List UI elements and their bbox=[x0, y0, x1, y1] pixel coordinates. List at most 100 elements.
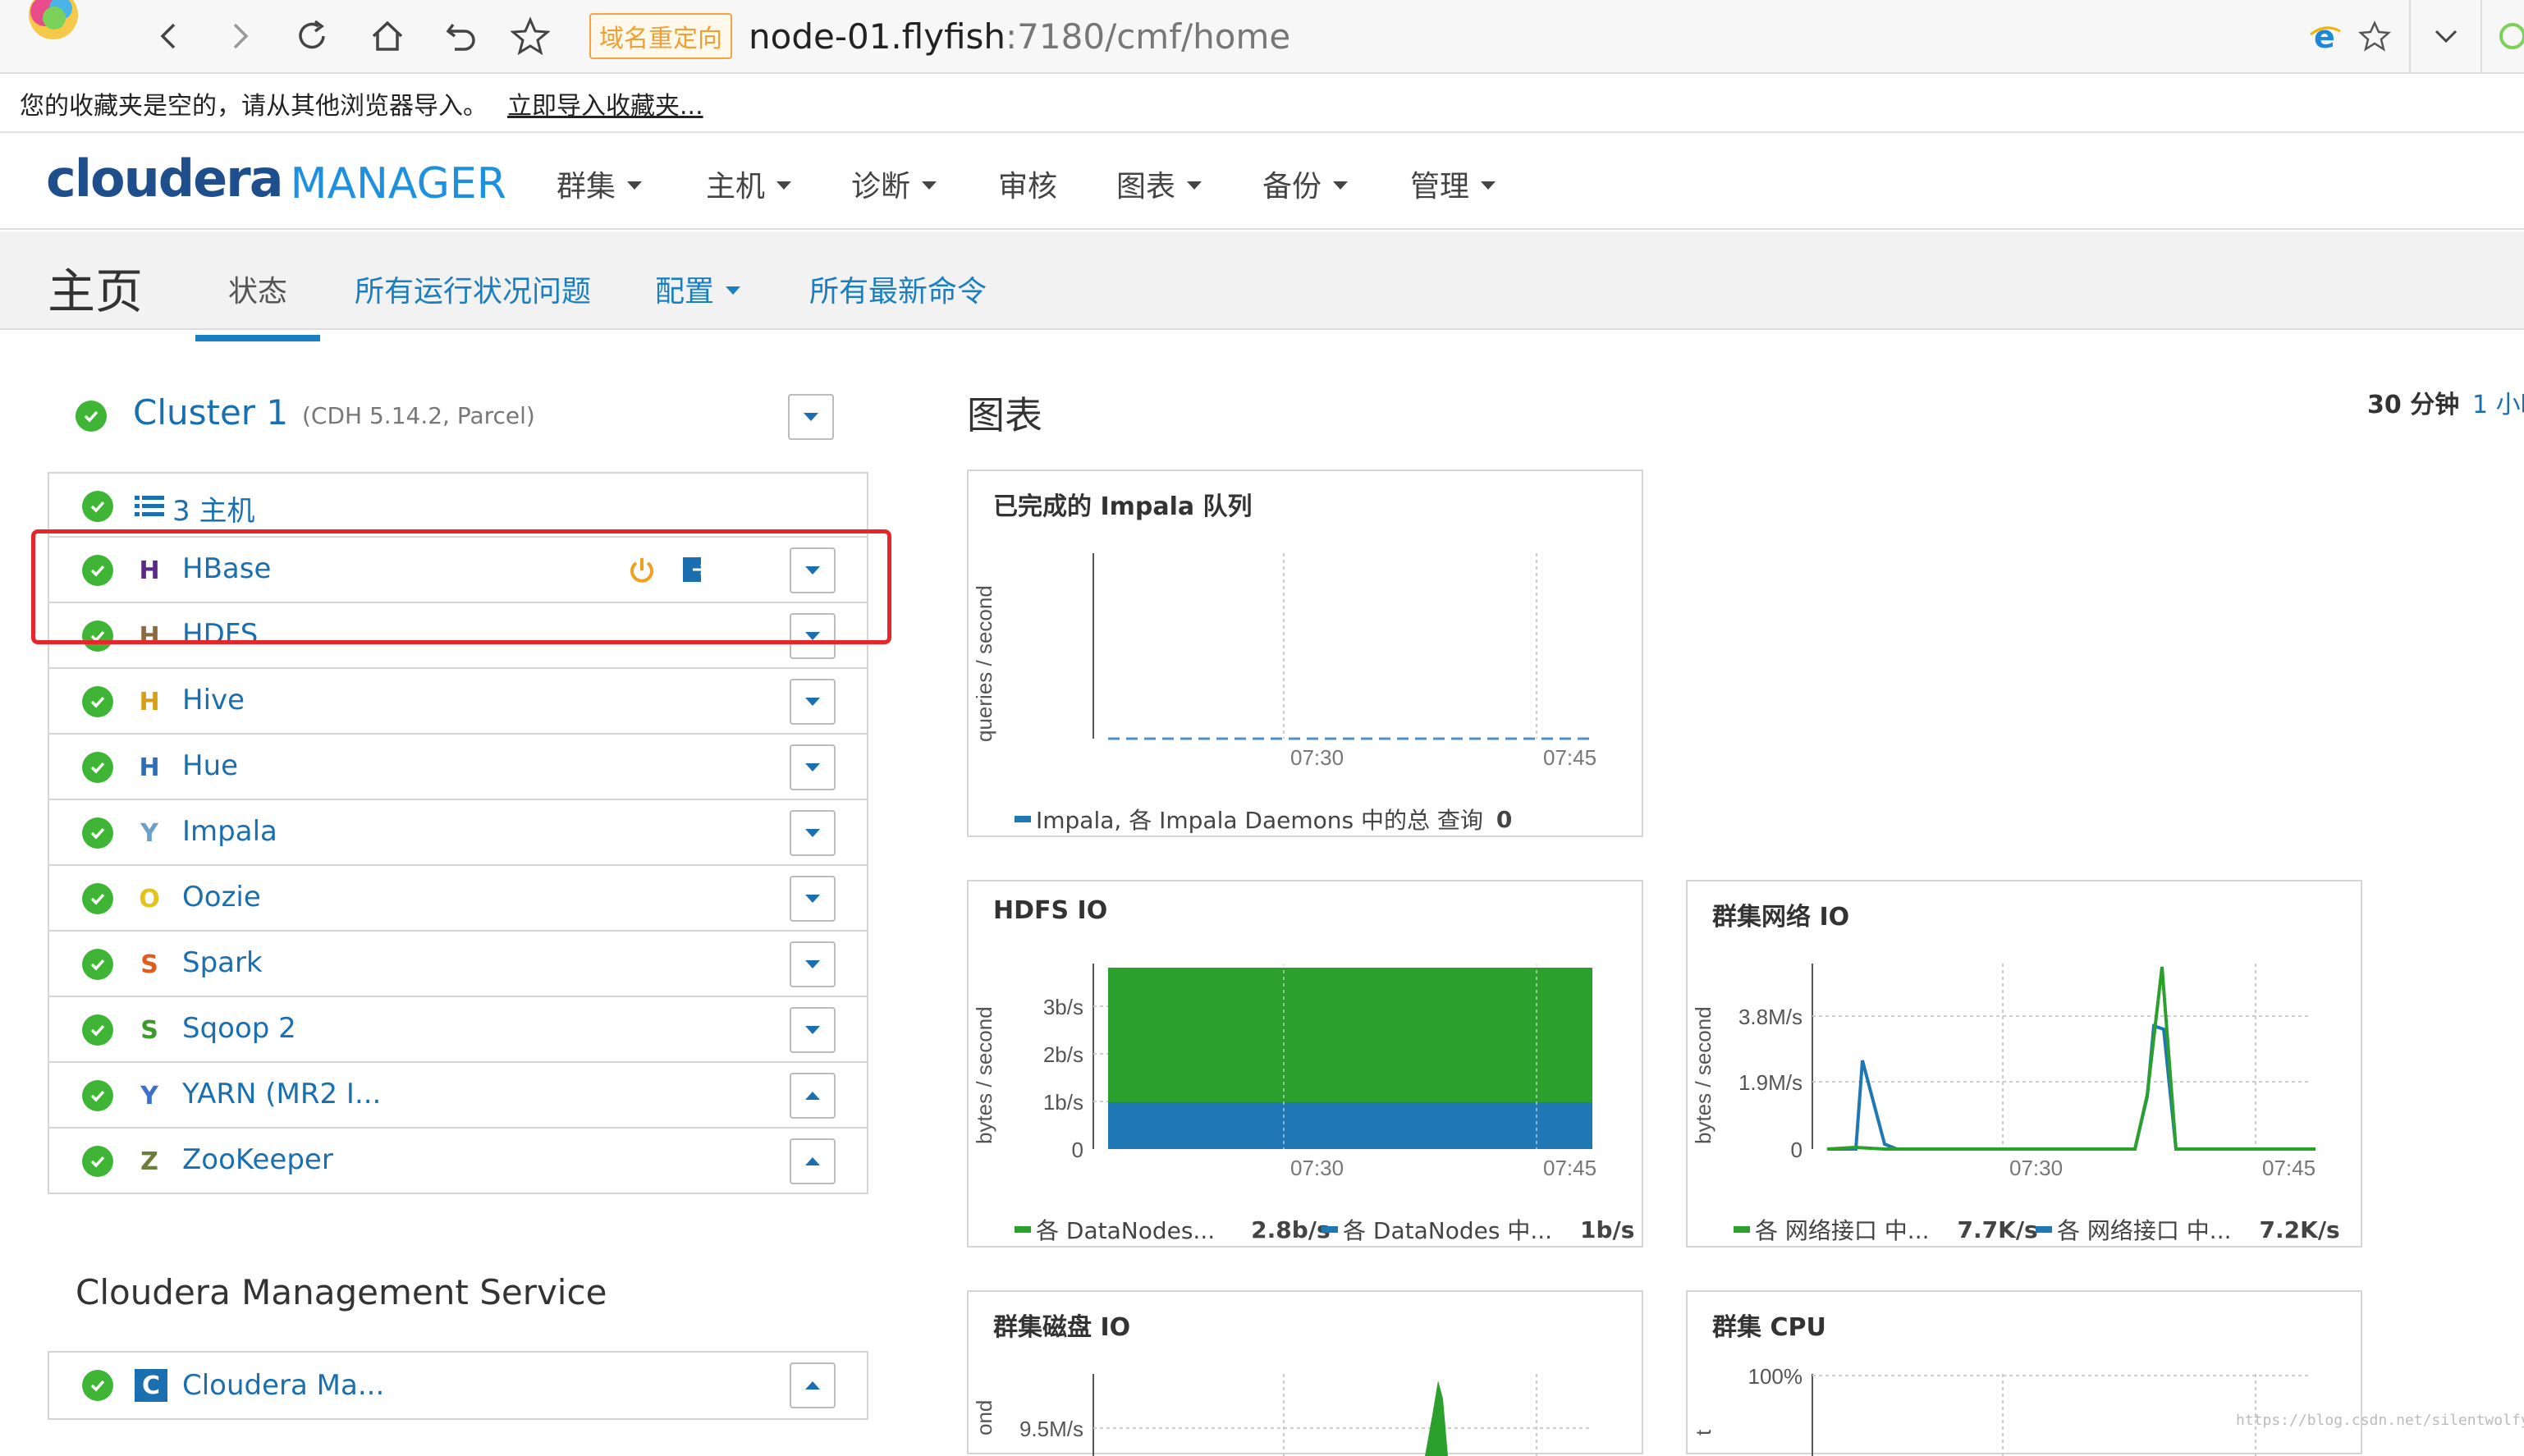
service-actions-dropdown[interactable] bbox=[790, 1007, 836, 1053]
hdfs-read-area bbox=[1108, 968, 1592, 1102]
tab-configuration[interactable]: 配置 bbox=[655, 268, 741, 310]
mgmt-service-title: Cloudera Management Service bbox=[76, 1272, 607, 1312]
chevron-down-icon bbox=[805, 895, 820, 903]
legend-label: 各 DataNodes... bbox=[1036, 1217, 1216, 1244]
legend-label: 各 网络接口 中... bbox=[1755, 1217, 1930, 1244]
chevron-down-icon bbox=[776, 181, 792, 190]
status-ok-icon bbox=[82, 817, 113, 849]
service-link[interactable]: Impala bbox=[182, 815, 277, 848]
chevron-down-icon bbox=[726, 286, 741, 295]
service-actions-dropdown[interactable] bbox=[790, 876, 836, 922]
tab-health-issues[interactable]: 所有运行状况问题 bbox=[355, 268, 591, 310]
service-icon: Y bbox=[140, 1081, 158, 1110]
service-link[interactable]: ZooKeeper bbox=[182, 1143, 333, 1176]
status-ok-icon bbox=[82, 1146, 113, 1177]
service-link[interactable]: Spark bbox=[182, 946, 263, 979]
service-actions-dropdown[interactable] bbox=[790, 810, 836, 856]
menu-audits[interactable]: 审核 bbox=[998, 163, 1057, 205]
favorites-empty-text: 您的收藏夹是空的，请从其他浏览器导入。 bbox=[20, 92, 488, 121]
status-ok-icon bbox=[82, 752, 113, 783]
import-favorites-link[interactable]: 立即导入收藏夹... bbox=[507, 85, 703, 121]
back-icon[interactable] bbox=[144, 11, 194, 61]
chart-impala-queries[interactable]: 已完成的 Impala 队列 queries / second 07:30 07… bbox=[967, 469, 1643, 837]
mgmt-actions-dropdown[interactable] bbox=[790, 1362, 836, 1408]
cluster-name[interactable]: Cluster 1 bbox=[133, 392, 288, 433]
home-icon[interactable] bbox=[363, 11, 412, 61]
menu-hosts[interactable]: 主机 bbox=[706, 163, 792, 205]
annotation-highlight-box bbox=[31, 529, 891, 644]
y-tick: 2b/s bbox=[1043, 1042, 1083, 1067]
chevron-down-icon bbox=[1481, 181, 1496, 190]
range-1h[interactable]: 1 小时 bbox=[2472, 384, 2524, 420]
mgmt-service-link[interactable]: Cloudera Ma... bbox=[182, 1369, 384, 1402]
menu-clusters[interactable]: 群集 bbox=[557, 163, 643, 205]
service-link[interactable]: Hue bbox=[182, 749, 238, 782]
service-link[interactable]: Oozie bbox=[182, 881, 261, 913]
chart-network-io[interactable]: 群集网络 IO bytes / second 3.8M/s 1.9M/s 0 0… bbox=[1686, 880, 2362, 1248]
y-tick: 100% bbox=[1748, 1364, 1803, 1389]
chevron-down-icon bbox=[805, 829, 820, 837]
legend-value: 7.7K/s bbox=[1957, 1216, 2038, 1243]
redirect-badge: 域名重定向 bbox=[589, 13, 732, 59]
browser-extension-icon[interactable] bbox=[2491, 11, 2524, 61]
chevron-up-icon bbox=[805, 1381, 820, 1390]
menu-charts[interactable]: 图表 bbox=[1116, 163, 1202, 205]
chart-cluster-cpu[interactable]: 群集 CPU t 100% bbox=[1686, 1290, 2362, 1456]
dropdown-icon[interactable] bbox=[2426, 11, 2467, 61]
menu-backup[interactable]: 备份 bbox=[1262, 163, 1349, 205]
service-row: S Spark bbox=[49, 932, 867, 997]
chart-legend: Impala, 各 Impala Daemons 中的总 查询 0 bbox=[1015, 803, 1512, 836]
hosts-link[interactable]: 3 主机 bbox=[172, 488, 254, 529]
mgmt-service-row: C Cloudera Ma... bbox=[48, 1351, 868, 1420]
service-icon: H bbox=[139, 753, 160, 782]
chevron-down-icon bbox=[1187, 181, 1202, 190]
y-axis-label: t bbox=[1691, 1429, 1715, 1435]
service-actions-dropdown[interactable] bbox=[790, 941, 836, 987]
service-actions-dropdown[interactable] bbox=[790, 1138, 836, 1184]
tab-status[interactable]: 状态 bbox=[195, 268, 321, 341]
undo-icon[interactable] bbox=[437, 11, 486, 61]
bookmark-star-icon[interactable] bbox=[506, 11, 555, 61]
y-tick: 1b/s bbox=[1043, 1090, 1083, 1115]
legend-swatch bbox=[2036, 1226, 2052, 1233]
service-link[interactable]: YARN (MR2 I... bbox=[182, 1078, 381, 1110]
reload-icon[interactable] bbox=[287, 11, 337, 61]
hosts-row: 3 主机 bbox=[49, 474, 867, 538]
cloudera-manager-logo[interactable]: cloudera MANAGER bbox=[46, 149, 506, 208]
range-30min[interactable]: 30 分钟 bbox=[2367, 384, 2459, 420]
y-axis-label: bytes / second bbox=[972, 1006, 996, 1144]
service-icon: Y bbox=[140, 818, 158, 848]
x-tick: 07:30 bbox=[1290, 1156, 1344, 1180]
chevron-up-icon bbox=[805, 1157, 820, 1165]
y-tick: 3b/s bbox=[1043, 995, 1083, 1019]
cluster-actions-dropdown[interactable] bbox=[788, 394, 834, 440]
menu-admin[interactable]: 管理 bbox=[1410, 163, 1496, 205]
hdfs-plot: bytes / second 3b/s 2b/s 1b/s 0 07:30 07… bbox=[972, 964, 1596, 1180]
cpu-plot: t 100% bbox=[1691, 1364, 2311, 1456]
chart-disk-io[interactable]: 群集磁盘 IO ond 9.5M/s bbox=[967, 1290, 1643, 1456]
service-actions-dropdown[interactable] bbox=[790, 679, 836, 725]
forward-icon[interactable] bbox=[215, 11, 264, 61]
chart-hdfs-io[interactable]: HDFS IO bytes / second 3b/s 2b/s 1b/s 0 … bbox=[967, 880, 1643, 1248]
service-link[interactable]: Hive bbox=[182, 684, 245, 717]
svg-text:e: e bbox=[2314, 20, 2335, 53]
service-icon: Z bbox=[140, 1147, 158, 1176]
legend-swatch bbox=[1322, 1226, 1338, 1233]
x-tick: 07:30 bbox=[2009, 1156, 2063, 1180]
address-bar[interactable]: 域名重定向 node-01.flyfish:7180/cmf/home bbox=[589, 8, 2313, 64]
chart-legend-2: 各 DataNodes 中... 1b/s bbox=[1322, 1213, 1634, 1246]
list-icon bbox=[133, 490, 166, 523]
service-actions-dropdown[interactable] bbox=[790, 744, 836, 790]
x-tick: 07:30 bbox=[1290, 745, 1344, 770]
ie-compat-icon[interactable]: e bbox=[2306, 11, 2344, 61]
tab-recent-commands[interactable]: 所有最新命令 bbox=[809, 268, 987, 310]
service-actions-dropdown[interactable] bbox=[790, 1073, 836, 1119]
status-ok-icon bbox=[82, 949, 113, 980]
x-tick: 07:45 bbox=[2262, 1156, 2316, 1180]
favorite-star-icon[interactable] bbox=[2356, 11, 2393, 61]
service-link[interactable]: Sqoop 2 bbox=[182, 1012, 296, 1045]
watermark: https://blog.csdn.net/silentwolfyh bbox=[2236, 1412, 2524, 1429]
chevron-down-icon bbox=[805, 763, 820, 771]
menu-diagnostics[interactable]: 诊断 bbox=[851, 163, 937, 205]
legend-value: 2.8b/s bbox=[1251, 1216, 1331, 1243]
